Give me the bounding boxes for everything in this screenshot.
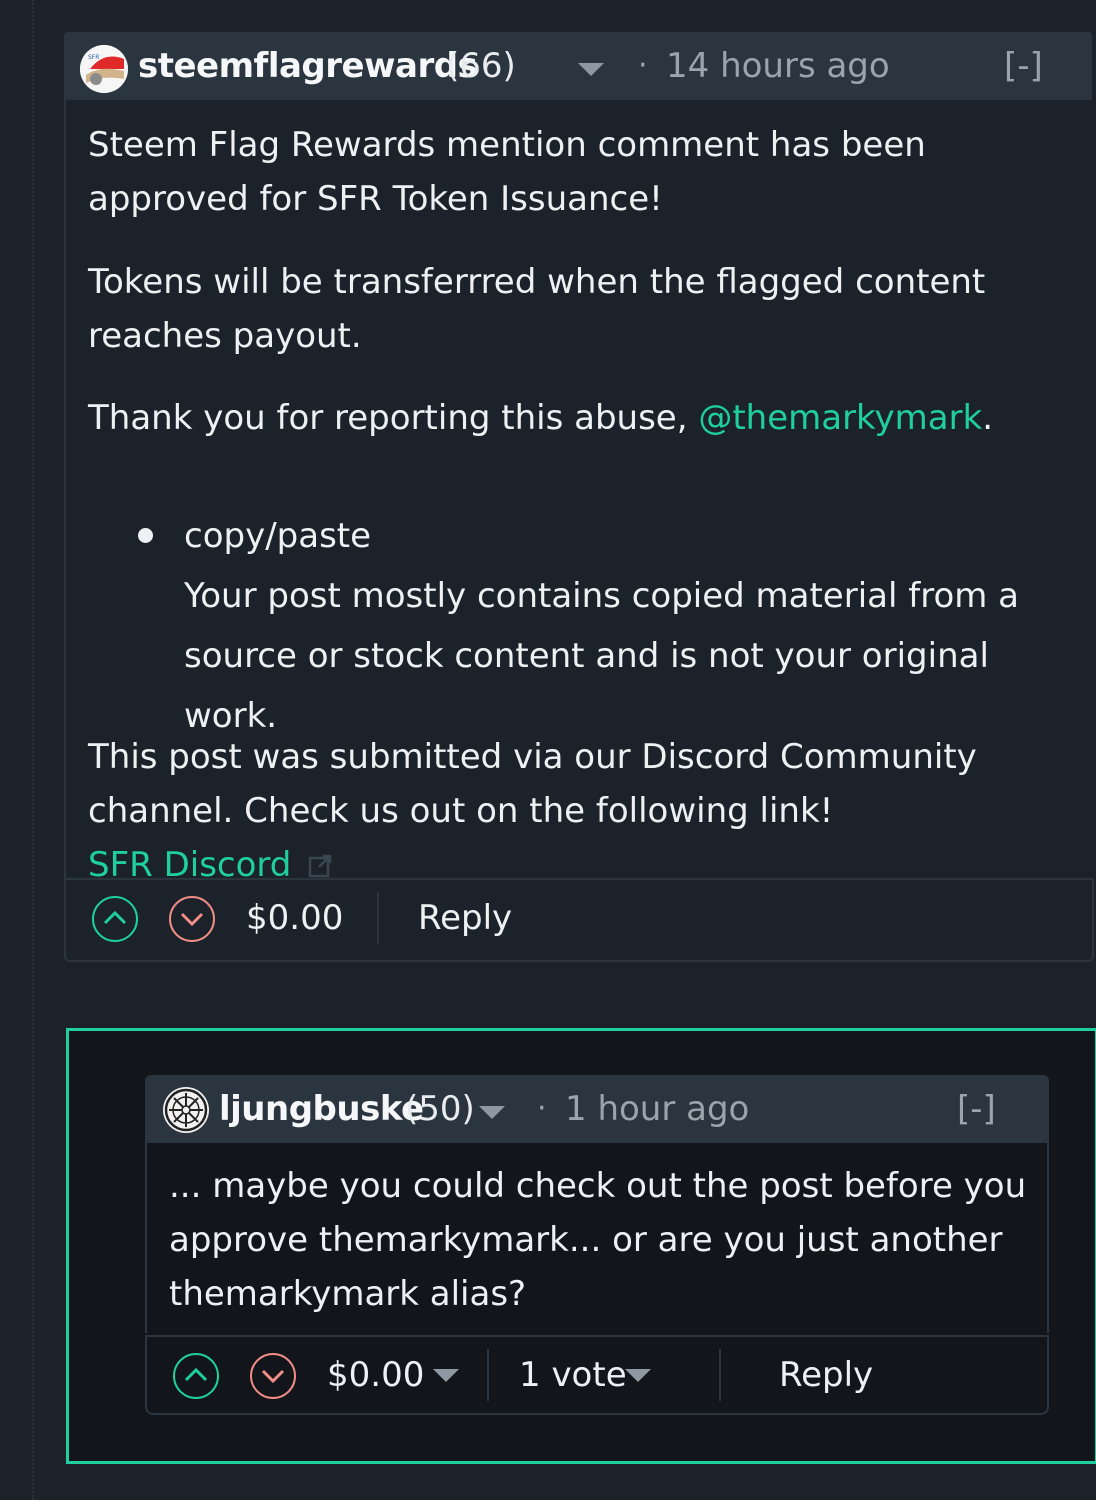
- reply-author-reputation: (50): [405, 1089, 475, 1129]
- caret-down-icon[interactable]: [578, 63, 604, 76]
- chevron-down-icon: [261, 1369, 285, 1384]
- bullet-dot: [138, 528, 153, 543]
- reply-payout-value[interactable]: $0.00: [327, 1355, 424, 1395]
- footer-divider: [487, 1349, 489, 1401]
- highlighted-reply-container: ljungbuske (50) · 1 hour ago [-] ... may…: [66, 1028, 1096, 1464]
- chevron-down-icon: [180, 912, 204, 927]
- mention-link[interactable]: @themarkymark: [698, 398, 982, 438]
- reply-author-avatar[interactable]: [163, 1087, 209, 1133]
- bullet-detail: Your post mostly contains copied materia…: [184, 576, 1020, 736]
- caret-down-icon[interactable]: [479, 1106, 505, 1119]
- footer-divider: [377, 892, 379, 944]
- payout-value[interactable]: $0.00: [246, 898, 343, 938]
- reply-button[interactable]: Reply: [779, 1355, 873, 1395]
- author-avatar[interactable]: SFR: [80, 45, 128, 93]
- collapse-toggle[interactable]: [-]: [1004, 46, 1043, 86]
- reply-author-name[interactable]: ljungbuske: [219, 1089, 424, 1129]
- downvote-button[interactable]: [169, 896, 215, 942]
- thanks-text: Thank you for reporting this abuse,: [88, 398, 699, 438]
- reply-collapse-toggle[interactable]: [-]: [957, 1089, 996, 1129]
- reply-button[interactable]: Reply: [418, 898, 512, 938]
- separator-dot: ·: [638, 48, 648, 83]
- comment-body: Steem Flag Rewards mention comment has b…: [64, 100, 1094, 885]
- discord-text: This post was submitted via our Discord …: [88, 737, 977, 831]
- paragraph-discord: This post was submitted via our Discord …: [88, 730, 1078, 894]
- comment-header: SFR steemflagrewards (66) · 14 hours ago…: [64, 32, 1092, 100]
- comment-footer: $0.00 Reply: [64, 878, 1094, 962]
- downvote-button[interactable]: [250, 1353, 296, 1399]
- paragraph-tokens: Tokens will be transferrred when the fla…: [88, 262, 986, 356]
- comment-time[interactable]: 14 hours ago: [666, 46, 890, 86]
- footer-divider: [719, 1349, 721, 1401]
- caret-down-icon[interactable]: [433, 1369, 459, 1382]
- author-name[interactable]: steemflagrewards: [138, 46, 478, 86]
- author-reputation: (66): [446, 46, 516, 86]
- reply-body: ... maybe you could check out the post b…: [145, 1143, 1049, 1333]
- thanks-end: .: [982, 398, 994, 438]
- caret-down-icon[interactable]: [625, 1369, 651, 1382]
- reply-header: ljungbuske (50) · 1 hour ago [-]: [145, 1075, 1049, 1143]
- bullet-title: copy/paste: [184, 516, 372, 556]
- bullet-item: copy/paste Your post mostly contains cop…: [184, 506, 1084, 746]
- paragraph-thanks: Thank you for reporting this abuse, @the…: [88, 391, 1078, 445]
- thread-line: [32, 0, 36, 1500]
- separator-dot: ·: [537, 1091, 547, 1126]
- reply-footer: $0.00 1 vote Reply: [145, 1335, 1049, 1415]
- reply-time[interactable]: 1 hour ago: [565, 1089, 749, 1129]
- vote-count[interactable]: 1 vote: [519, 1355, 627, 1395]
- reply-comment: ljungbuske (50) · 1 hour ago [-] ... may…: [145, 1075, 1051, 1415]
- chevron-up-icon: [184, 1367, 208, 1382]
- chevron-up-icon: [103, 910, 127, 925]
- upvote-button[interactable]: [92, 896, 138, 942]
- reply-text: ... maybe you could check out the post b…: [169, 1166, 1027, 1314]
- paragraph-approval: Steem Flag Rewards mention comment has b…: [88, 125, 926, 219]
- comment: SFR steemflagrewards (66) · 14 hours ago…: [64, 32, 1094, 962]
- upvote-button[interactable]: [173, 1353, 219, 1399]
- svg-text:SFR: SFR: [88, 54, 99, 61]
